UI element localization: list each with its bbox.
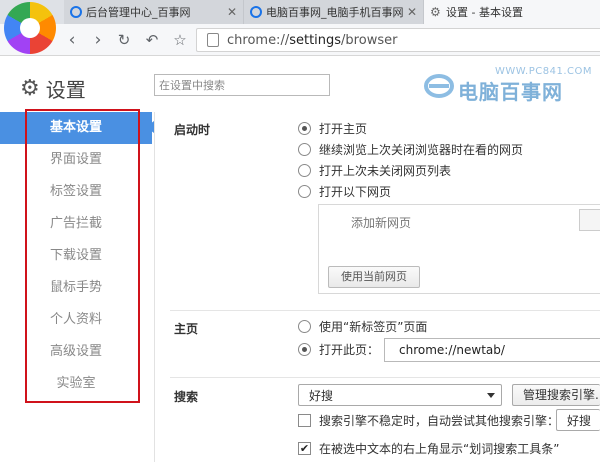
undo-close-icon[interactable]: ↶ [142,30,162,50]
search-toolbar-option[interactable]: ✔ 在被选中文本的右上角显示“划词搜索工具条” [298,440,559,456]
page-title: ⚙ 设置 [20,74,86,103]
search-label: 搜索 [174,390,199,404]
checkbox[interactable] [298,413,311,427]
page-icon [207,33,219,47]
search-engine-select[interactable]: 好搜 [298,384,502,406]
radio-button[interactable] [298,121,311,135]
globe-icon [70,6,82,18]
tab-pc841[interactable]: 电脑百事网_电脑手机百事网 ✕ [244,0,424,24]
homepage-label: 主页 [174,322,199,336]
manage-search-engines-button[interactable]: 管理搜索引擎... [512,384,600,406]
watermark-e-icon [424,74,454,98]
homepage-option-newtab[interactable]: 使用“新标签页”页面 [298,318,427,334]
radio-button[interactable] [298,163,311,177]
tab-backend-admin[interactable]: 后台管理中心_百事网 ✕ [64,0,244,24]
startup-option-specific-pages[interactable]: 打开以下网页 [298,183,391,199]
radio-button[interactable] [298,184,311,198]
watermark-name: 电脑百事网 [458,80,563,104]
fallback-engine-select[interactable]: 好搜 [556,409,600,431]
checkbox-checked[interactable]: ✔ [298,441,311,455]
chevron-down-icon [487,393,495,398]
tab-title: 设置 - 基本设置 [446,6,523,19]
page-title-text: 设置 [45,78,86,102]
startup-label: 启动时 [174,123,211,137]
settings-search-input[interactable] [154,74,330,96]
section-divider [170,310,600,311]
startup-option-continue[interactable]: 继续浏览上次关闭浏览器时在看的网页 [298,141,523,157]
forward-icon[interactable]: › [88,30,108,50]
radio-button[interactable] [298,319,311,333]
gear-icon: ⚙ [20,76,40,101]
page-list-action-button[interactable] [579,209,600,231]
radio-button[interactable] [298,142,311,156]
active-item-pointer [146,121,154,133]
close-icon[interactable]: ✕ [407,5,417,19]
sidebar-highlight-box [25,109,140,403]
tab-title: 电脑百事网_电脑手机百事网 [266,6,403,19]
homepage-option-open-page[interactable]: 打开此页： [298,341,379,357]
tab-settings[interactable]: ⚙ 设置 - 基本设置 [424,0,600,24]
globe-icon [250,6,262,18]
startup-option-homepage[interactable]: 打开主页 [298,120,367,136]
add-new-page-field[interactable]: 添加新网页 [351,214,411,231]
tab-strip: 后台管理中心_百事网 ✕ 电脑百事网_电脑手机百事网 ✕ ⚙ 设置 - 基本设置 [0,0,600,24]
homepage-url-input[interactable]: chrome://newtab/ [384,338,600,362]
startup-option-reopen-list[interactable]: 打开上次未关闭网页列表 [298,162,451,178]
watermark-logo: WWW.PC841.COM 电脑百事网 [418,66,600,104]
tab-title: 后台管理中心_百事网 [86,6,191,19]
gear-icon: ⚙ [430,5,441,19]
section-divider [170,377,600,378]
browser-toolbar: ‹ › ↻ ↶ ☆ chrome://settings/browser [0,24,600,56]
search-fallback-option[interactable]: 搜索引擎不稳定时，自动尝试其他搜索引擎： [298,412,559,428]
browser-logo-icon[interactable] [4,2,56,54]
reload-icon[interactable]: ↻ [114,30,134,50]
radio-button[interactable] [298,342,311,356]
sidebar-divider [154,112,155,462]
address-bar[interactable]: chrome://settings/browser [196,28,600,52]
bookmark-star-icon[interactable]: ☆ [170,30,190,50]
use-current-pages-button[interactable]: 使用当前网页 [328,266,420,288]
close-icon[interactable]: ✕ [227,5,237,19]
back-icon[interactable]: ‹ [62,30,82,50]
address-url: chrome://settings/browser [227,32,398,48]
